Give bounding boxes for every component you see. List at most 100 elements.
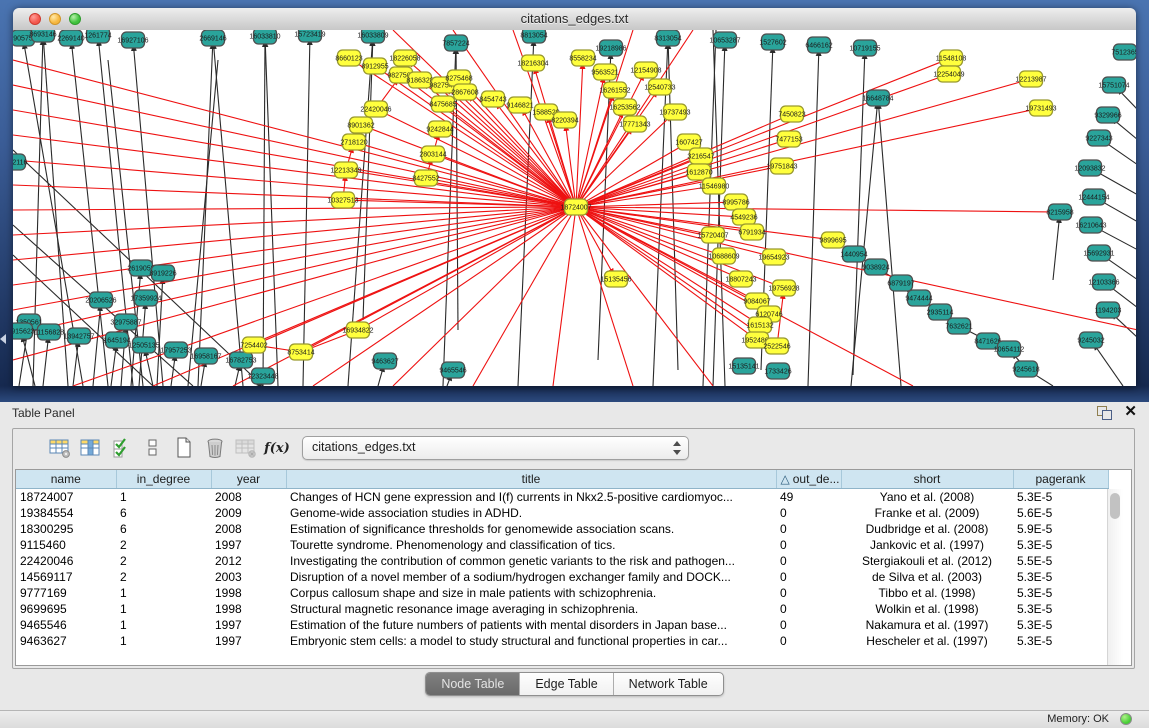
graph-edge[interactable] — [214, 48, 243, 386]
graph-edge[interactable] — [263, 46, 265, 386]
cell: Genome-wide association studies in ADHD. — [286, 505, 776, 521]
graph-edge[interactable] — [393, 207, 576, 386]
graph-edge[interactable] — [1034, 374, 1053, 386]
table-select-dropdown[interactable]: citations_edges.txt — [302, 436, 689, 460]
graph-edge[interactable] — [447, 379, 449, 386]
graph-edge[interactable] — [111, 350, 116, 386]
column-header-title[interactable]: title — [286, 470, 776, 489]
graph-node-label: 8427552 — [412, 176, 439, 183]
graph-edge[interactable] — [1097, 348, 1123, 386]
show-columns-icon[interactable] — [78, 435, 104, 461]
graph-edge[interactable] — [263, 207, 576, 341]
graph-edge[interactable] — [1107, 144, 1136, 165]
graph-node-label: 1645194 — [103, 338, 130, 345]
table-row[interactable]: 1872400712008Changes of HCN gene express… — [16, 489, 1108, 506]
create-column-icon[interactable] — [171, 435, 197, 461]
float-panel-icon[interactable] — [1097, 406, 1111, 419]
cell: 0 — [776, 505, 841, 521]
graph-edge[interactable] — [171, 360, 175, 386]
cell: Dudbridge et al. (2008) — [841, 521, 1013, 537]
graph-edge[interactable] — [93, 310, 100, 386]
graph-edge[interactable] — [134, 50, 163, 386]
cell: 5.3E-5 — [1013, 585, 1108, 601]
column-header-name[interactable]: name — [16, 470, 116, 489]
network-window-titlebar[interactable]: citations_edges.txt — [13, 8, 1136, 31]
graph-node-label: 8215958 — [1046, 210, 1073, 217]
graph-edge[interactable] — [367, 207, 576, 325]
graph-node-label: 8901362 — [347, 123, 374, 130]
graph-edge[interactable] — [13, 207, 576, 235]
graph-node-label: 2902116 — [13, 160, 27, 167]
table-row[interactable]: 946362711997Embryonic stem cells: a mode… — [16, 633, 1108, 649]
delete-column-icon[interactable] — [202, 435, 228, 461]
tab-network-table[interactable]: Network Table — [613, 673, 723, 695]
table-mode-icon[interactable] — [47, 435, 73, 461]
graph-node-label: 12444154 — [1078, 195, 1109, 202]
graph-edge[interactable] — [1103, 202, 1136, 222]
graph-node-label: 16033809 — [357, 33, 388, 40]
graph-edge[interactable] — [668, 48, 678, 370]
column-header-in-degree[interactable]: in_degree — [116, 470, 211, 489]
cell: 2 — [116, 553, 211, 569]
function-builder-icon[interactable]: f(x) — [264, 435, 290, 461]
table-row[interactable]: 946554611997Estimation of the future num… — [16, 617, 1108, 633]
graph-node-label: 4549236 — [730, 215, 757, 222]
graph-edge[interactable] — [198, 48, 213, 386]
close-window-button[interactable] — [29, 13, 41, 25]
node-table-body: 1872400712008Changes of HCN gene express… — [16, 489, 1108, 650]
column-header-year[interactable]: year — [211, 470, 286, 489]
graph-edge[interactable] — [1121, 92, 1136, 110]
graph-edge[interactable] — [201, 366, 204, 386]
graph-edge[interactable] — [13, 207, 576, 335]
graph-edge[interactable] — [1053, 222, 1059, 280]
graph-edge[interactable] — [13, 207, 576, 210]
graph-node-label: 7632621 — [945, 324, 972, 331]
graph-edge[interactable] — [383, 72, 576, 207]
table-row[interactable]: 1938455462009Genome-wide association stu… — [16, 505, 1108, 521]
graph-edge[interactable] — [378, 371, 382, 386]
close-panel-icon[interactable]: ✕ — [1124, 403, 1137, 421]
graph-edge[interactable] — [13, 160, 576, 207]
table-row[interactable]: 1830029562008Estimation of significance … — [16, 521, 1108, 537]
graph-node-label: 18724007 — [560, 205, 591, 212]
table-row[interactable]: 1456911722003Disruption of a novel membe… — [16, 569, 1108, 585]
graph-edge[interactable] — [19, 332, 27, 386]
graph-node-label: 8454743 — [479, 97, 506, 104]
graph-edge[interactable] — [363, 45, 373, 320]
column-header-short[interactable]: short — [841, 470, 1013, 489]
table-row[interactable]: 2242004622012Investigating the contribut… — [16, 553, 1108, 569]
table-row[interactable]: 977716911998Corpus callosum shape and si… — [16, 585, 1108, 601]
minimize-window-button[interactable] — [49, 13, 61, 25]
graph-node-label: 1615132 — [746, 323, 773, 330]
tab-node-table[interactable]: Node Table — [426, 673, 519, 695]
graph-edge[interactable] — [1116, 121, 1136, 140]
column-header-out-de-[interactable]: △out_de... — [776, 470, 841, 489]
graph-edge[interactable] — [73, 346, 78, 386]
graph-edge[interactable] — [43, 342, 48, 386]
row-height-icon[interactable] — [140, 435, 166, 461]
cell: 5.5E-5 — [1013, 553, 1108, 569]
graph-edge[interactable] — [188, 60, 218, 386]
tab-edge-table[interactable]: Edge Table — [519, 673, 612, 695]
graph-edge[interactable] — [808, 55, 819, 386]
graph-edge[interactable] — [576, 62, 942, 207]
table-scrollbar-thumb[interactable] — [1110, 493, 1120, 519]
graph-node-label: 16782753 — [225, 358, 256, 365]
collapse-panel-arrow-icon[interactable] — [0, 334, 6, 344]
memory-status-indicator[interactable] — [1120, 713, 1132, 725]
delete-table-icon[interactable] — [233, 435, 259, 461]
column-header-pagerank[interactable]: pagerank — [1013, 470, 1108, 489]
table-row[interactable]: 969969511998Structural magnetic resonanc… — [16, 601, 1108, 617]
graph-node-label: 18807243 — [725, 277, 756, 284]
network-canvas[interactable]: 3905754869314622691401261774169271062669… — [13, 30, 1136, 386]
graph-edge[interactable] — [553, 207, 576, 386]
graph-edge[interactable] — [853, 58, 865, 375]
graph-edge[interactable] — [303, 44, 310, 386]
graph-edge[interactable] — [13, 207, 576, 285]
graph-edge[interactable] — [879, 108, 901, 386]
table-row[interactable]: 911546021997Tourette syndrome. Phenomeno… — [16, 537, 1108, 553]
graph-edge[interactable] — [576, 68, 583, 207]
select-rows-icon[interactable] — [109, 435, 135, 461]
zoom-window-button[interactable] — [69, 13, 81, 25]
table-scrollbar[interactable] — [1107, 489, 1123, 665]
